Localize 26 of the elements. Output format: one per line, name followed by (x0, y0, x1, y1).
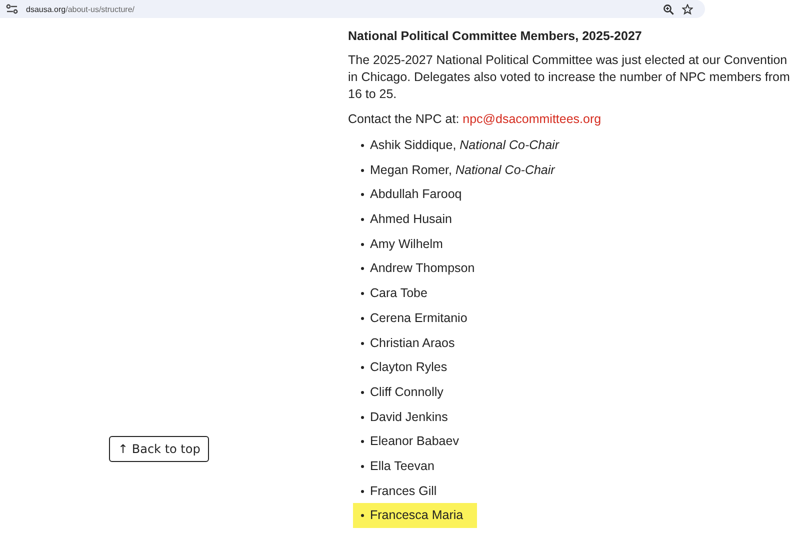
highlighted-list-item: Francesca Maria (353, 503, 478, 528)
list-item: Megan Romer, National Co-Chair (353, 158, 569, 182)
site-settings-icon[interactable] (6, 4, 18, 14)
list-item: David Jenkins (353, 404, 462, 430)
back-to-top-button[interactable]: ↑ Back to top (109, 436, 210, 462)
zoom-icon[interactable] (663, 4, 674, 14)
list-item: Andrew Thompson (353, 256, 489, 282)
list-item: Abdullah Farooq (353, 182, 476, 208)
address-bar[interactable]: dsausa.org/about-us/structure/ (0, 0, 705, 18)
list-item: Amy Wilhelm (353, 232, 457, 256)
list-item: Christian Araos (353, 330, 469, 356)
list-item: Ahmed Husain (353, 207, 466, 232)
list-item: Frances Gill (353, 478, 451, 504)
star-icon[interactable] (682, 4, 693, 14)
list-item: Cliff Connolly (353, 380, 458, 405)
section-heading: National Political Committee Members, 2025-2027 (348, 29, 643, 43)
list-item: Cara Tobe (353, 281, 442, 306)
email-link[interactable]: npc@dsacommittees.org (462, 112, 602, 126)
intro-paragraph: The 2025-2027 National Political Committee was just elected at our Convention in Chicago. Delegates also voted to increase the number of NPC members from 16 to 25. (348, 52, 791, 103)
list-item: Ella Teevan (353, 454, 448, 479)
list-item: Ashik Siddique, National Co-Chair (353, 133, 573, 158)
url-text: dsausa.org/about-us/structure/ (26, 4, 135, 14)
list-item: Cerena Ermitanio (353, 306, 482, 330)
list-item: Eleanor Babaev (353, 429, 473, 454)
contact-label: Contact the NPC at: (348, 112, 460, 126)
list-item: Clayton Ryles (353, 355, 462, 380)
